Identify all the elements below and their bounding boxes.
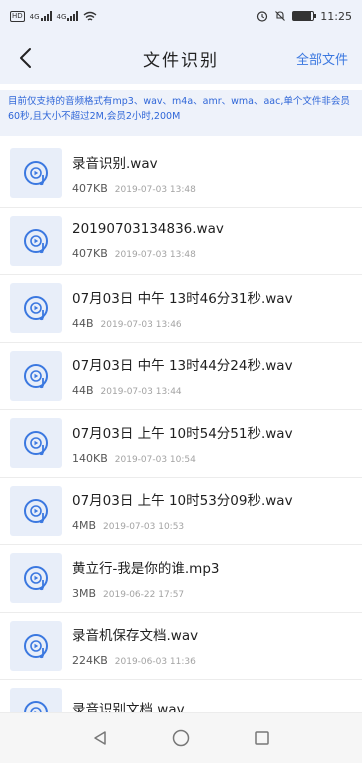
file-list-item[interactable]: 黄立行-我是你的谁.mp3 3MB 2019-06-22 17:57 xyxy=(0,545,362,613)
file-thumbnail xyxy=(10,553,62,604)
file-info: 07月03日 中午 13时44分24秒.wav 44B 2019-07-03 13:… xyxy=(72,354,293,397)
file-thumbnail xyxy=(10,418,62,469)
file-date: 2019-07-03 13:46 xyxy=(100,319,182,330)
audio-file-icon xyxy=(24,633,48,658)
file-date: 2019-06-22 17:57 xyxy=(103,589,185,600)
file-name: 20190703134836.wav xyxy=(72,221,224,238)
file-meta: 3MB 2019-06-22 17:57 xyxy=(72,587,219,600)
file-list-item[interactable]: 20190703134836.wav 407KB 2019-07-03 13:48 xyxy=(0,207,362,275)
file-name: 07月03日 中午 13时46分31秒.wav xyxy=(72,290,293,307)
nav-home-button[interactable] xyxy=(161,718,201,758)
file-name: 07月03日 上午 10时53分09秒.wav xyxy=(72,493,293,510)
audio-file-icon xyxy=(24,228,48,253)
file-meta: 44B 2019-07-03 13:44 xyxy=(72,384,293,397)
file-info: 07月03日 中午 13时46分31秒.wav 44B 2019-07-03 13:… xyxy=(72,287,293,330)
file-info: 黄立行-我是你的谁.mp3 3MB 2019-06-22 17:57 xyxy=(72,557,219,600)
file-date: 2019-07-03 10:53 xyxy=(103,522,185,533)
audio-file-icon xyxy=(24,363,48,388)
nav-recents-button[interactable] xyxy=(242,718,282,758)
back-triangle-icon xyxy=(94,731,107,745)
file-list: 录音识别.wav 407KB 2019-07-03 13:48 20190703134… xyxy=(0,140,362,748)
file-thumbnail xyxy=(10,283,62,334)
file-meta: 140KB 2019-07-03 10:54 xyxy=(72,452,293,465)
file-list-item[interactable]: 录音机保存文档.wav 224KB 2019-06-03 11:36 xyxy=(0,612,362,680)
signal-label-2: 4G xyxy=(56,13,67,21)
audio-file-icon xyxy=(24,566,48,591)
audio-file-icon xyxy=(24,296,48,321)
hd-badge: HD xyxy=(10,10,25,22)
file-date: 2019-07-03 13:44 xyxy=(100,387,182,398)
file-thumbnail xyxy=(10,148,62,199)
all-files-button[interactable]: 全部文件 xyxy=(296,49,348,68)
file-size: 407KB xyxy=(72,181,108,195)
page-title: 文件识别 xyxy=(143,50,219,71)
file-thumbnail xyxy=(10,485,62,536)
mute-icon xyxy=(275,11,286,21)
file-meta: 224KB 2019-06-03 11:36 xyxy=(72,654,198,667)
file-meta: 44B 2019-07-03 13:46 xyxy=(72,317,293,330)
file-list-item[interactable]: 07月03日 中午 13时46分31秒.wav 44B 2019-07-03 13:… xyxy=(0,275,362,343)
system-nav-bar xyxy=(0,712,362,763)
file-name: 07月03日 中午 13时44分24秒.wav xyxy=(72,358,293,375)
file-info: 07月03日 上午 10时54分51秒.wav 140KB 2019-07-03 1… xyxy=(72,422,293,465)
file-name: 录音机保存文档.wav xyxy=(72,628,199,645)
file-size: 140KB xyxy=(72,451,108,465)
signal-icon: 4G xyxy=(30,11,52,21)
file-info: 20190703134836.wav 407KB 2019-07-03 13:48 xyxy=(72,221,224,260)
battery-icon xyxy=(292,11,317,21)
file-name: 黄立行-我是你的谁.mp3 xyxy=(72,560,220,577)
status-bar: HD 4G 4G 11:25 xyxy=(0,0,362,32)
clock: 11:25 xyxy=(320,9,352,23)
file-list-item[interactable]: 录音识别.wav 407KB 2019-07-03 13:48 xyxy=(0,140,362,208)
file-list-item[interactable]: 07月03日 上午 10时54分51秒.wav 140KB 2019-07-03 1… xyxy=(0,410,362,478)
file-size: 44B xyxy=(72,316,94,330)
nav-back-button[interactable] xyxy=(80,718,120,758)
file-info: 录音机保存文档.wav 224KB 2019-06-03 11:36 xyxy=(72,624,198,667)
back-button[interactable] xyxy=(10,42,42,74)
wifi-icon xyxy=(83,11,97,21)
file-size: 44B xyxy=(72,384,94,398)
file-date: 2019-07-03 13:48 xyxy=(114,250,196,261)
file-size: 4MB xyxy=(72,519,97,533)
file-name: 录音识别.wav xyxy=(72,155,158,172)
signal-label-1: 4G xyxy=(29,13,40,21)
format-notice: 目前仅支持的音频格式有mp3、wav、m4a、amr、wma、aac,单个文件非… xyxy=(0,90,362,136)
status-left: HD 4G 4G xyxy=(10,10,97,22)
file-size: 3MB xyxy=(72,586,97,600)
file-list-item[interactable]: 07月03日 中午 13时44分24秒.wav 44B 2019-07-03 13:… xyxy=(0,342,362,410)
app-header: 文件识别 全部文件 xyxy=(0,32,362,84)
file-meta: 407KB 2019-07-03 13:48 xyxy=(72,247,224,260)
file-list-item[interactable]: 07月03日 上午 10时53分09秒.wav 4MB 2019-07-03 10:… xyxy=(0,477,362,545)
signal-icon-2: 4G xyxy=(57,11,79,21)
audio-file-icon xyxy=(24,161,48,186)
audio-file-icon xyxy=(24,498,48,523)
file-thumbnail xyxy=(10,350,62,401)
file-meta: 407KB 2019-07-03 13:48 xyxy=(72,182,196,195)
file-size: 407KB xyxy=(72,247,108,261)
file-date: 2019-07-03 10:54 xyxy=(114,454,196,465)
file-info: 录音识别.wav 407KB 2019-07-03 13:48 xyxy=(72,152,196,195)
file-thumbnail xyxy=(10,620,62,671)
home-circle-icon xyxy=(172,729,190,747)
file-date: 2019-06-03 11:36 xyxy=(114,657,196,668)
file-info: 07月03日 上午 10时53分09秒.wav 4MB 2019-07-03 10:… xyxy=(72,489,293,532)
audio-file-icon xyxy=(24,431,48,456)
file-size: 224KB xyxy=(72,654,108,668)
chevron-left-icon xyxy=(20,48,31,68)
file-date: 2019-07-03 13:48 xyxy=(114,184,196,195)
file-meta: 4MB 2019-07-03 10:53 xyxy=(72,519,293,532)
status-right: 11:25 xyxy=(256,10,352,23)
file-thumbnail xyxy=(10,215,62,266)
recents-square-icon xyxy=(254,731,269,745)
file-name: 07月03日 上午 10时54分51秒.wav xyxy=(72,425,293,442)
alarm-icon xyxy=(257,11,268,22)
